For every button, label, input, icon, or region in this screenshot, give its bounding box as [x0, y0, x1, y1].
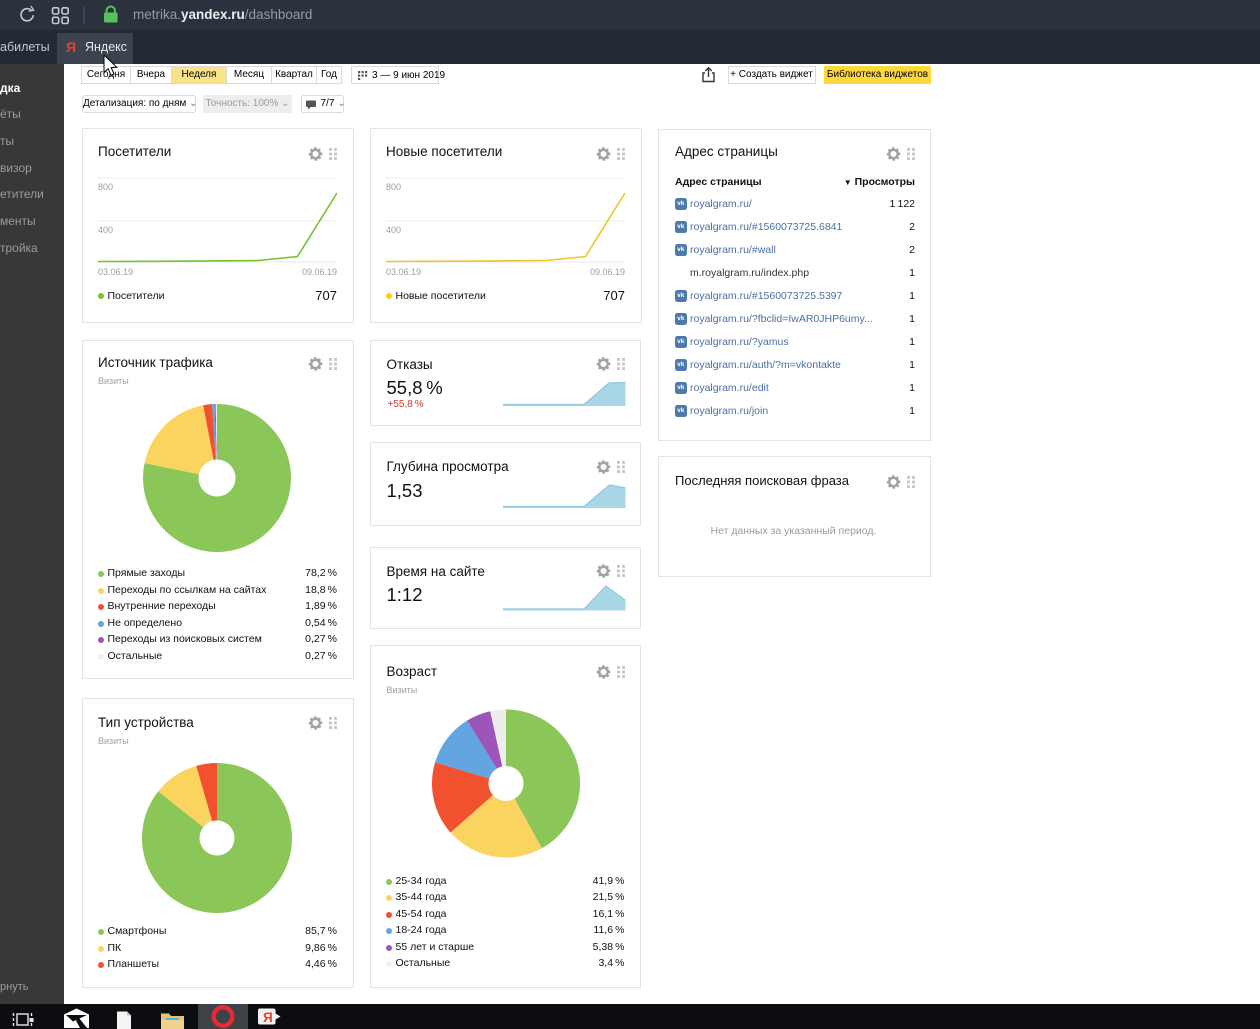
svg-text:Я: Я	[263, 1010, 273, 1025]
